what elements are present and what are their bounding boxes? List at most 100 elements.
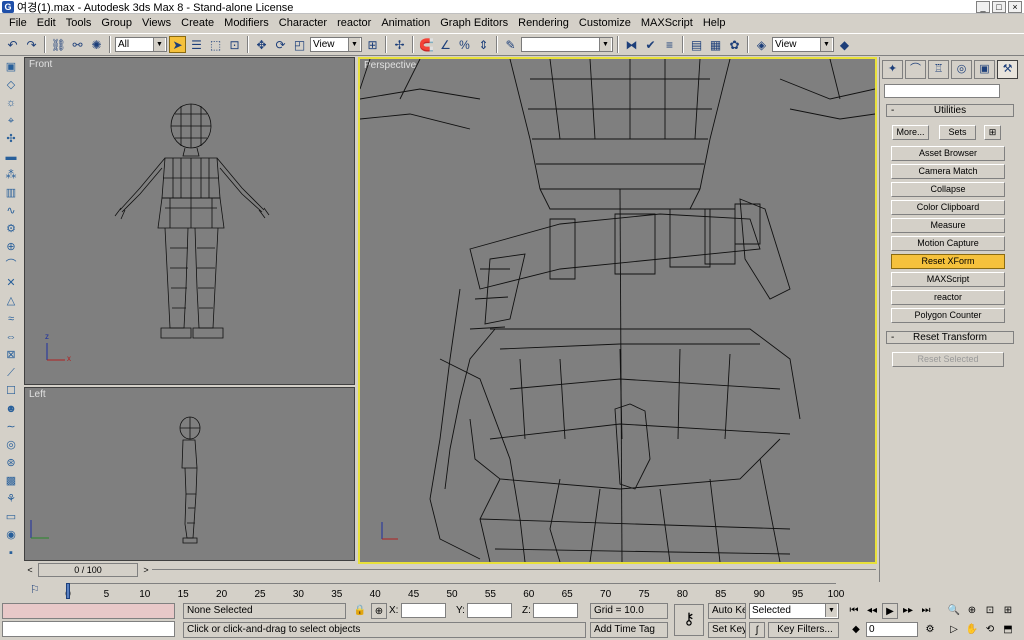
- cameras-icon[interactable]: ⌖: [3, 114, 19, 129]
- zoom-all-icon[interactable]: ⊕: [964, 603, 980, 619]
- time-slider-track[interactable]: [152, 569, 876, 570]
- viewport-left[interactable]: Left: [24, 387, 355, 561]
- reset-selected-button[interactable]: Reset Selected: [892, 352, 1004, 367]
- menu-customize[interactable]: Customize: [574, 14, 636, 32]
- go-to-start-icon[interactable]: ⏮: [846, 603, 862, 619]
- particles-icon[interactable]: ⁂: [3, 168, 19, 183]
- pan-icon[interactable]: ✋: [964, 622, 980, 638]
- menu-rendering[interactable]: Rendering: [513, 14, 574, 32]
- menu-modifiers[interactable]: Modifiers: [219, 14, 274, 32]
- helpers-icon[interactable]: ✣: [3, 132, 19, 147]
- patch-grids-icon[interactable]: ▥: [3, 186, 19, 201]
- character-icon[interactable]: ☻: [3, 402, 19, 417]
- named-selection-dropdown[interactable]: [521, 37, 613, 52]
- add-time-tag-button[interactable]: Add Time Tag: [590, 622, 668, 638]
- create-tab-icon[interactable]: ✦: [882, 60, 903, 79]
- selection-filter-dropdown[interactable]: All: [115, 37, 167, 52]
- utility-button-color-clipboard[interactable]: Color Clipboard: [891, 200, 1005, 215]
- selection-lock-icon[interactable]: 🔒: [352, 603, 368, 619]
- bone-icon[interactable]: ⟋: [3, 366, 19, 381]
- menu-tools[interactable]: Tools: [61, 14, 97, 32]
- cloth-icon[interactable]: ▩: [3, 474, 19, 489]
- utilities-tab-icon[interactable]: ⚒: [997, 60, 1018, 79]
- time-slider-marker[interactable]: [66, 583, 70, 599]
- rollout-utilities[interactable]: - Utilities: [886, 104, 1014, 117]
- render-type-dropdown[interactable]: View: [772, 37, 834, 52]
- utility-button-polygon-counter[interactable]: Polygon Counter: [891, 308, 1005, 323]
- redo-icon[interactable]: ↷: [23, 36, 40, 53]
- minimize-button[interactable]: _: [976, 1, 990, 13]
- skin-icon[interactable]: ☐: [3, 384, 19, 399]
- menu-group[interactable]: Group: [96, 14, 137, 32]
- modifier-icon[interactable]: ⊕: [3, 240, 19, 255]
- utility-button-reactor[interactable]: reactor: [891, 290, 1005, 305]
- menu-reactor[interactable]: reactor: [332, 14, 376, 32]
- modify-tab-icon[interactable]: ⌒: [905, 60, 926, 79]
- snap-toggle-icon[interactable]: 🧲: [418, 36, 435, 53]
- menu-help[interactable]: Help: [698, 14, 731, 32]
- maxscript-listener-mini[interactable]: [2, 603, 175, 619]
- schematic-view-icon[interactable]: ▦: [707, 36, 724, 53]
- ffd-icon[interactable]: ⊠: [3, 348, 19, 363]
- go-to-end-icon[interactable]: ⏭: [918, 603, 934, 619]
- reactor-icon[interactable]: ⊛: [3, 456, 19, 471]
- menu-file[interactable]: File: [4, 14, 32, 32]
- menu-create[interactable]: Create: [176, 14, 219, 32]
- spinner-snap-icon[interactable]: ⇕: [475, 36, 492, 53]
- lights-icon[interactable]: ☼: [3, 96, 19, 111]
- absolute-mode-icon[interactable]: ⊕: [371, 603, 387, 619]
- utility-button-collapse[interactable]: Collapse: [891, 182, 1005, 197]
- window-crossing-icon[interactable]: ⊡: [226, 36, 243, 53]
- utility-button-maxscript[interactable]: MAXScript: [891, 272, 1005, 287]
- angle-snap-icon[interactable]: ∠: [437, 36, 454, 53]
- zoom-extents-icon[interactable]: ⊡: [982, 603, 998, 619]
- menu-character[interactable]: Character: [274, 14, 332, 32]
- previous-frame-icon[interactable]: ◂◂: [864, 603, 880, 619]
- sets-button[interactable]: Sets: [939, 125, 976, 140]
- key-mode-toggle-icon[interactable]: ◆: [848, 622, 864, 638]
- taper-icon[interactable]: △: [3, 294, 19, 309]
- edit-named-selection-icon[interactable]: ✎: [502, 36, 519, 53]
- key-filters-button[interactable]: Key Filters...: [768, 622, 839, 638]
- percent-snap-icon[interactable]: %: [456, 36, 473, 53]
- next-frame-icon[interactable]: ▸▸: [900, 603, 916, 619]
- utility-button-camera-match[interactable]: Camera Match: [891, 164, 1005, 179]
- objects-icon[interactable]: ▣: [3, 60, 19, 75]
- app-icon[interactable]: G: [2, 0, 14, 13]
- mirror-icon[interactable]: ⧓: [623, 36, 640, 53]
- default-tangent-icon[interactable]: ∫: [749, 622, 765, 638]
- compound-icon[interactable]: ▬: [3, 150, 19, 165]
- menu-views[interactable]: Views: [137, 14, 176, 32]
- display-tab-icon[interactable]: ▣: [974, 60, 995, 79]
- noise-icon[interactable]: ≈: [3, 312, 19, 327]
- hierarchy-tab-icon[interactable]: ♖: [928, 60, 949, 79]
- auto-key-button[interactable]: Auto Key: [708, 603, 746, 619]
- motion-tab-icon[interactable]: ◎: [951, 60, 972, 79]
- link-icon[interactable]: ⛓: [50, 36, 67, 53]
- select-by-name-icon[interactable]: ☰: [188, 36, 205, 53]
- twist-icon[interactable]: ✕: [3, 276, 19, 291]
- align-icon[interactable]: ✔: [642, 36, 659, 53]
- render-scene-icon[interactable]: ◈: [753, 36, 770, 53]
- utility-button-measure[interactable]: Measure: [891, 218, 1005, 233]
- pivot-center-icon[interactable]: ⊞: [364, 36, 381, 53]
- time-slider-next-icon[interactable]: >: [140, 563, 152, 577]
- scale-icon[interactable]: ◰: [291, 36, 308, 53]
- manipulate-icon[interactable]: ✢: [391, 36, 408, 53]
- wave-icon[interactable]: ∼: [3, 420, 19, 435]
- stretch-icon[interactable]: ⇔: [3, 330, 19, 345]
- set-key-button[interactable]: Set Key: [708, 622, 746, 638]
- maximize-viewport-icon[interactable]: ⬒: [1000, 622, 1016, 638]
- track-bar-icon[interactable]: ⚐: [30, 583, 48, 599]
- viewport-perspective[interactable]: Perspective: [358, 57, 877, 564]
- more-button[interactable]: More...: [892, 125, 929, 140]
- hair-icon[interactable]: ⚘: [3, 492, 19, 507]
- menu-edit[interactable]: Edit: [32, 14, 61, 32]
- layer-manager-icon[interactable]: ≡: [661, 36, 678, 53]
- configure-sets-icon[interactable]: ⊞: [984, 125, 1001, 140]
- bend-icon[interactable]: ⌒: [3, 258, 19, 273]
- select-object-icon[interactable]: ➤: [169, 36, 186, 53]
- utility-button-motion-capture[interactable]: Motion Capture: [891, 236, 1005, 251]
- viewport-front[interactable]: Front z x: [24, 57, 355, 385]
- close-button[interactable]: ×: [1008, 1, 1022, 13]
